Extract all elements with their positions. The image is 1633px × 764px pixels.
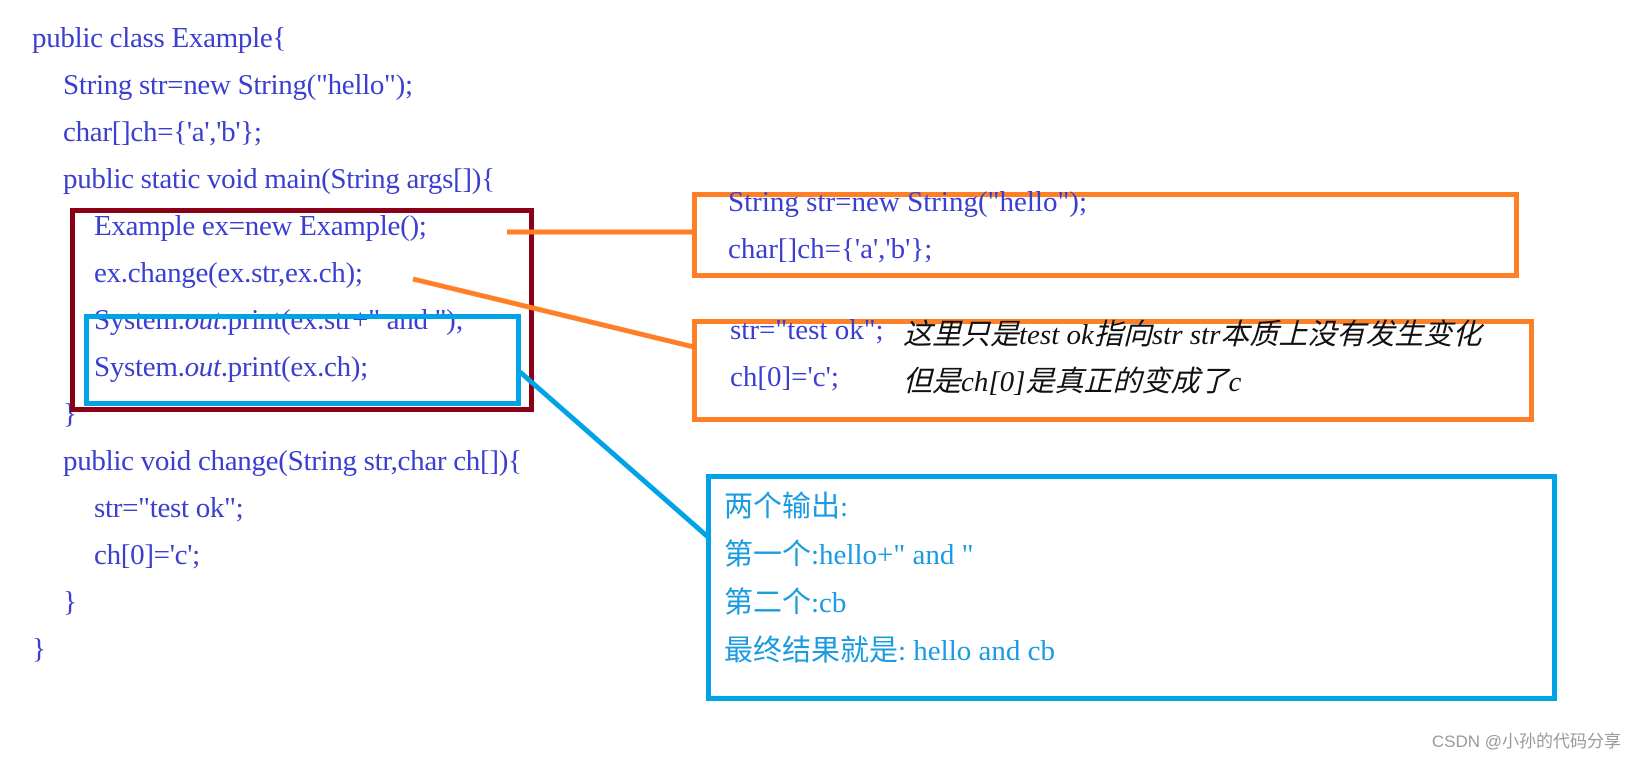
watermark: CSDN @小孙的代码分享: [1431, 732, 1621, 751]
code-line-main-decl: public static void main(String args[]){: [63, 163, 495, 195]
code-line-change-close: }: [63, 586, 77, 618]
output-line-first: 第一个:hello+" and ": [724, 539, 974, 571]
code-line-str-field: String str=new String("hello");: [63, 69, 413, 101]
change-note-code-str: str="test ok";: [730, 314, 884, 346]
code-line-str-assign: str="test ok";: [94, 492, 244, 524]
output-line-result: 最终结果就是: hello and cb: [724, 635, 1056, 667]
output-line-second: 第二个:cb: [724, 587, 847, 619]
code-line-change-decl: public void change(String str,char ch[])…: [63, 445, 522, 477]
code-line-ch-field: char[]ch={'a','b'};: [63, 116, 262, 148]
code-line-class-decl: public class Example{: [32, 22, 287, 54]
change-note-comment-str: 这里只是test ok指向str str本质上没有发生变化: [903, 319, 1482, 351]
print-statements-highlight-box: [84, 314, 521, 406]
code-line-ch-assign: ch[0]='c';: [94, 539, 200, 571]
connector-print-to-output-box: [518, 370, 710, 539]
change-note-code-ch: ch[0]='c';: [730, 361, 839, 393]
output-line-heading: 两个输出:: [724, 491, 849, 523]
fields-note-line-str: String str=new String("hello");: [728, 186, 1088, 218]
change-note-comment-ch: 但是ch[0]是真正的变成了c: [903, 366, 1242, 398]
fields-note-line-ch: char[]ch={'a','b'};: [728, 233, 933, 265]
code-line-class-close: }: [32, 633, 46, 665]
